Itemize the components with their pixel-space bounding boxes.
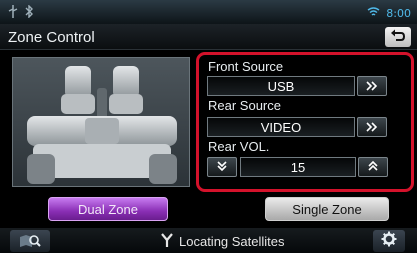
double-chevron-up-icon xyxy=(367,160,379,175)
front-source-value: USB xyxy=(207,76,355,96)
gps-status: Locating Satellites xyxy=(160,232,285,251)
single-zone-button[interactable]: Single Zone xyxy=(265,197,389,221)
rear-vol-up-button[interactable] xyxy=(358,157,388,177)
rear-vol-value: 15 xyxy=(240,157,356,177)
back-button[interactable] xyxy=(385,27,411,47)
rear-source-value: VIDEO xyxy=(207,117,355,137)
rear-source-label: Rear Source xyxy=(208,98,281,113)
car-seat-diagram xyxy=(12,57,190,187)
dual-zone-button[interactable]: Dual Zone xyxy=(48,197,168,221)
double-chevron-right-icon xyxy=(365,79,379,94)
rear-vol-label: Rear VOL. xyxy=(208,139,270,154)
clock: 8:00 xyxy=(386,6,411,20)
wifi-icon xyxy=(367,4,380,22)
map-search-button[interactable] xyxy=(10,230,50,252)
status-bar: 8:00 xyxy=(0,0,417,24)
title-bar: Zone Control xyxy=(0,24,417,50)
bluetooth-icon xyxy=(25,5,34,18)
map-search-icon xyxy=(18,233,42,253)
status-icons xyxy=(8,5,34,18)
front-source-next-button[interactable] xyxy=(357,76,387,96)
double-chevron-right-icon xyxy=(365,120,379,135)
front-source-label: Front Source xyxy=(208,59,284,74)
usb-icon xyxy=(8,5,18,18)
page-title: Zone Control xyxy=(8,29,95,46)
car-seats-image xyxy=(27,66,177,184)
satellite-icon xyxy=(160,232,174,251)
gps-status-text: Locating Satellites xyxy=(179,234,285,249)
settings-button[interactable] xyxy=(373,230,405,252)
back-arrow-icon xyxy=(390,28,406,47)
rear-vol-down-button[interactable] xyxy=(207,157,237,177)
double-chevron-down-icon xyxy=(216,160,228,175)
gear-icon xyxy=(381,231,397,252)
rear-source-next-button[interactable] xyxy=(357,117,387,137)
